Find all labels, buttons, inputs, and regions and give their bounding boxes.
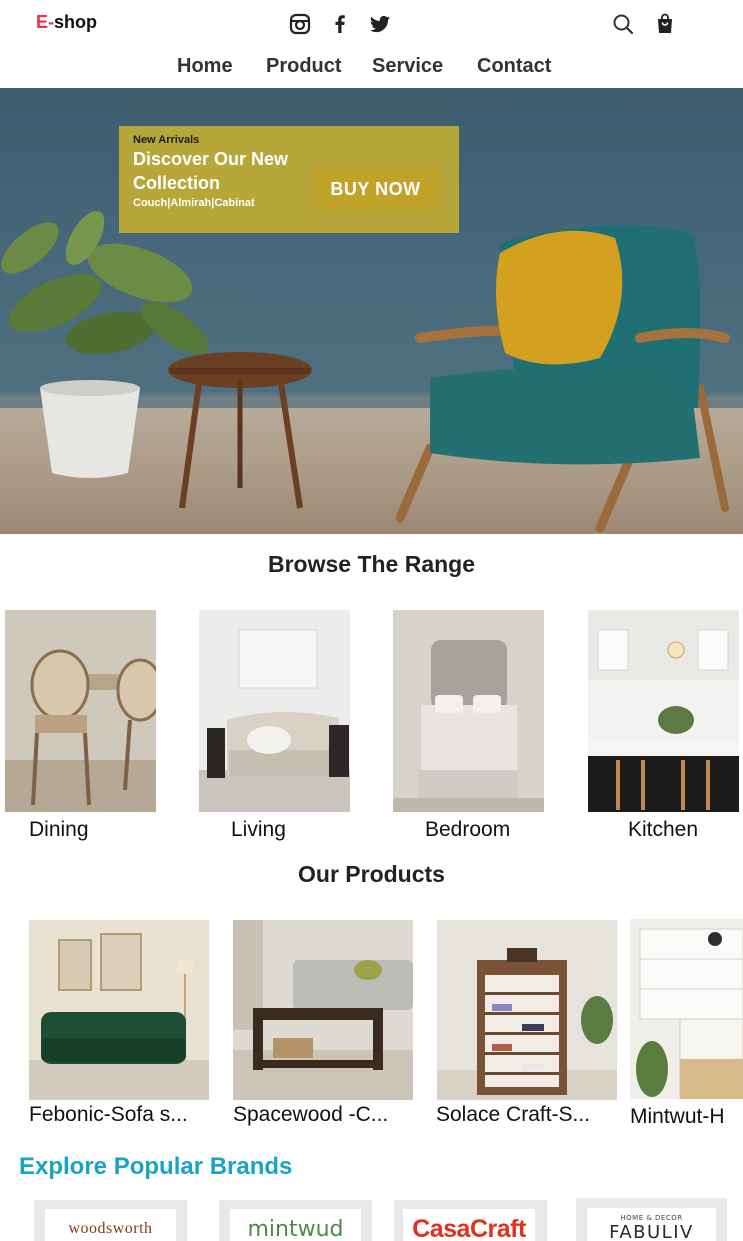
study-table-image — [630, 919, 743, 1099]
brand-name-mintwud: mintwud — [247, 1216, 344, 1241]
range-label-kitchen[interactable]: Kitchen — [628, 818, 698, 842]
brand-logo-fabuliv: HOME & DECOR FABULIV — [587, 1208, 716, 1241]
living-image — [199, 610, 350, 812]
promo-headline: Discover Our New Collection — [133, 149, 289, 193]
product-card-shoe-rack[interactable] — [437, 920, 617, 1100]
hero-banner: New Arrivals Discover Our New Collection… — [0, 88, 743, 534]
promo-categories: Couch|Almirah|Cabinat — [133, 197, 255, 209]
nav-contact[interactable]: Contact — [477, 55, 557, 78]
range-card-kitchen[interactable] — [588, 610, 739, 812]
product-card-study-table[interactable] — [630, 919, 743, 1099]
range-label-dining[interactable]: Dining — [29, 818, 89, 842]
brand-tagline-fabuliv: HOME & DECOR — [620, 1213, 683, 1222]
brand-logo-mintwud: mintwud — [230, 1209, 361, 1241]
brand-name-fabuliv: FABULIV — [609, 1221, 694, 1241]
range-label-living[interactable]: Living — [231, 818, 286, 842]
brand-card-mintwud[interactable]: mintwud — [219, 1200, 372, 1241]
twitter-icon[interactable] — [368, 12, 392, 36]
range-card-bedroom[interactable] — [393, 610, 544, 812]
facebook-icon[interactable] — [328, 12, 352, 36]
buy-now-button[interactable]: BUY NOW — [313, 169, 438, 210]
social-links — [288, 12, 392, 36]
main-nav: Home Product Service Contact — [177, 55, 557, 78]
range-card-dining[interactable] — [5, 610, 156, 812]
promo-banner: New Arrivals Discover Our New Collection… — [119, 126, 459, 233]
range-card-living[interactable] — [199, 610, 350, 812]
sofa-image — [29, 920, 209, 1100]
shopping-bag-icon[interactable] — [653, 12, 677, 36]
products-title: Our Products — [298, 861, 445, 887]
nav-product[interactable]: Product — [266, 55, 372, 78]
product-card-coffee-table[interactable] — [233, 920, 413, 1100]
shoe-rack-image — [437, 920, 617, 1100]
product-name-sofa[interactable]: Febonic-Sofa s... — [29, 1103, 215, 1127]
coffee-table-image — [233, 920, 413, 1100]
brand-logo-woodsworth: woodsworth — [45, 1209, 176, 1241]
nav-service[interactable]: Service — [372, 55, 477, 78]
brand-card-fabuliv[interactable]: HOME & DECOR FABULIV — [576, 1198, 727, 1241]
site-logo[interactable]: E-shop — [36, 12, 97, 33]
range-title: Browse The Range — [267, 551, 476, 577]
search-icon[interactable] — [611, 12, 635, 36]
instagram-icon[interactable] — [288, 12, 312, 36]
brand-name-woodsworth: woodsworth — [68, 1220, 153, 1237]
logo-shop: shop — [54, 12, 97, 32]
header-actions — [611, 12, 677, 36]
brand-name-casacraft: CasaCraft — [412, 1214, 526, 1241]
brands-title: Explore Popular Brands — [19, 1153, 293, 1180]
brand-logo-casacraft: CasaCraft — [403, 1209, 535, 1241]
dining-image — [5, 610, 156, 812]
brand-card-casacraft[interactable]: CasaCraft — [394, 1200, 547, 1241]
product-name-coffee-table[interactable]: Spacewood -C... — [233, 1103, 419, 1127]
brand-card-woodsworth[interactable]: woodsworth — [34, 1200, 187, 1241]
kitchen-image — [588, 610, 739, 812]
range-label-bedroom[interactable]: Bedroom — [425, 818, 510, 842]
product-card-sofa[interactable] — [29, 920, 209, 1100]
promo-eyebrow: New Arrivals — [133, 134, 200, 146]
product-name-study-table[interactable]: Mintwut-H — [630, 1105, 743, 1129]
nav-home[interactable]: Home — [177, 55, 266, 78]
product-name-shoe-rack[interactable]: Solace Craft-S... — [436, 1103, 622, 1127]
logo-e: E- — [36, 12, 54, 32]
bedroom-image — [393, 610, 544, 812]
